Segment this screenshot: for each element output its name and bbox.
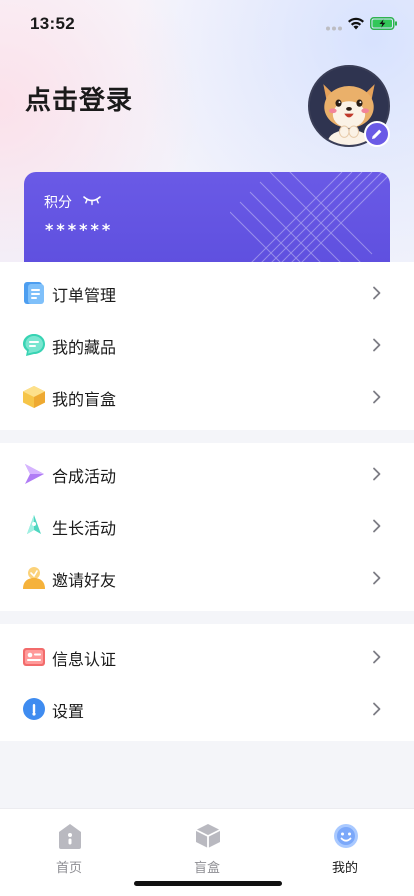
eye-closed-icon[interactable] [82,194,102,206]
menu-item-verification[interactable]: 信息认证 [0,630,414,682]
chevron-right-icon [373,338,381,352]
login-title[interactable]: 点击登录 [25,80,133,117]
menu-group-orders: 订单管理 我的藏品 我的盲盒 [0,262,414,430]
status-time: 13:52 [30,14,75,33]
menu-item-growth[interactable]: 生长活动 [0,499,414,551]
profile-smile-icon [334,824,358,848]
card-stripe-decoration [230,172,390,264]
tab-label: 首页 [55,861,82,876]
chevron-right-icon [373,571,381,585]
battery-icon [370,17,397,30]
menu-item-label: 订单管理 [52,286,117,305]
tab-profile[interactable]: 我的 [276,809,414,881]
order-list-icon [24,282,44,304]
chevron-right-icon [373,650,381,664]
tab-blind-box[interactable]: 盲盒 [138,809,276,881]
menu-item-label: 邀请好友 [52,571,117,590]
synthesis-arrow-icon [25,464,44,484]
menu-item-orders[interactable]: 订单管理 [0,266,414,318]
id-card-icon [23,648,45,666]
menu-item-label: 合成活动 [52,467,117,486]
menu-item-label: 设置 [52,702,85,721]
chevron-right-icon [373,467,381,481]
menu-item-label: 信息认证 [52,650,117,669]
blind-box-icon [195,824,221,848]
home-indicator[interactable] [134,881,282,886]
pencil-icon [372,129,382,139]
points-card[interactable]: 积分 ****** [24,172,390,264]
menu-item-invite[interactable]: 邀请好友 [0,551,414,603]
menu-item-label: 我的藏品 [52,338,117,357]
box-icon [23,386,45,408]
menu-item-settings[interactable]: 设置 [0,682,414,734]
menu-item-label: 生长活动 [52,519,117,538]
menu-item-collection[interactable]: 我的藏品 [0,318,414,370]
status-dots-icon [326,26,342,31]
points-label: 积分 [44,195,72,211]
menu-item-label: 我的盲盒 [52,390,117,409]
chevron-right-icon [373,519,381,533]
chevron-right-icon [373,702,381,716]
status-bar: 13:52 [0,0,414,48]
menu-group-account: 信息认证 设置 [0,624,414,741]
avatar-edit-button[interactable] [364,121,390,147]
wifi-icon [348,17,364,30]
home-icon [59,824,81,849]
tab-label: 盲盒 [193,861,220,876]
tab-label: 我的 [331,861,358,876]
menu-item-blind-box[interactable]: 我的盲盒 [0,370,414,422]
points-value: ****** [45,220,114,239]
growth-rocket-icon [27,515,41,534]
collection-icon [23,334,45,356]
invite-friend-icon [23,567,45,589]
menu-item-synthesis[interactable]: 合成活动 [0,447,414,499]
menu-group-activities: 合成活动 生长活动 邀请好友 [0,443,414,611]
tab-home[interactable]: 首页 [0,809,138,881]
chevron-right-icon [373,390,381,404]
settings-icon [23,698,45,720]
chevron-right-icon [373,286,381,300]
